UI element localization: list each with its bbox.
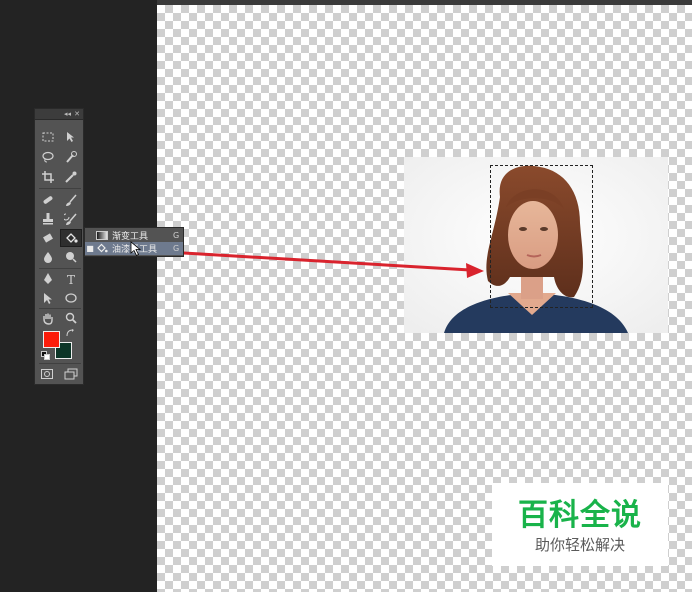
shape-tool[interactable] [60, 289, 82, 307]
lasso-icon [42, 151, 54, 163]
watermark-subtitle: 助你轻松解决 [534, 536, 625, 554]
flyout-selected-marker: ■ [86, 244, 94, 253]
brush-tool[interactable] [60, 191, 82, 209]
paint-bucket-icon [95, 243, 109, 254]
history-brush-tool[interactable] [60, 210, 82, 228]
lasso-tool[interactable] [37, 148, 59, 166]
foreground-color-swatch[interactable] [43, 331, 60, 348]
path-selection-tool[interactable] [37, 289, 59, 307]
screen-mode-button[interactable] [60, 365, 82, 383]
zoom-tool[interactable] [60, 309, 82, 327]
dodge-tool[interactable] [60, 248, 82, 266]
brush-icon [66, 194, 77, 206]
tool-group-divider [39, 188, 81, 189]
history-brush-icon [64, 213, 77, 225]
watermark-logo: 百科全说 助你轻松解决 [492, 483, 668, 566]
healing-brush-icon [43, 196, 53, 204]
ellipse-shape-icon [65, 293, 77, 303]
paint-bucket-icon [66, 233, 78, 243]
hand-icon [43, 313, 53, 325]
watermark-title: 百科全说 [518, 498, 642, 533]
crop-tool[interactable] [37, 168, 59, 186]
flyout-item-label: 油漆桶工具 [112, 242, 173, 255]
svg-text:T: T [67, 273, 75, 286]
quick-mask-icon [41, 369, 53, 379]
move-tool[interactable] [60, 128, 82, 146]
eyedropper-icon [65, 171, 77, 183]
dodge-icon [66, 252, 77, 263]
clone-stamp-tool[interactable] [37, 210, 59, 228]
default-colors-icon[interactable] [41, 351, 50, 360]
path-selection-icon [44, 293, 52, 304]
screen-mode-icon [64, 368, 78, 380]
marquee-selection [490, 165, 593, 308]
mouse-cursor-icon [130, 241, 142, 257]
eraser-icon [43, 233, 53, 243]
flyout-item-label: 渐变工具 [112, 232, 149, 242]
quick-selection-tool[interactable] [60, 148, 82, 166]
zoom-icon [65, 312, 77, 324]
close-icon[interactable]: ✕ [74, 109, 80, 119]
pen-icon [44, 273, 52, 284]
marquee-icon [42, 132, 54, 142]
double-chevron-left-icon[interactable]: ◂◂ [64, 109, 71, 119]
tools-panel-header[interactable]: ◂◂ ✕ [35, 109, 83, 120]
tools-panel: ◂◂ ✕ T [34, 108, 84, 385]
stamp-icon [43, 213, 53, 225]
eraser-tool[interactable] [37, 229, 59, 247]
gradient-icon [95, 230, 109, 241]
tool-group-divider [39, 268, 81, 269]
pen-tool[interactable] [37, 270, 59, 288]
eyedropper-tool[interactable] [60, 168, 82, 186]
quick-selection-icon [66, 151, 77, 163]
rectangular-marquee-tool[interactable] [37, 128, 59, 146]
hand-tool[interactable] [37, 309, 59, 327]
photoshop-workspace: ◂◂ ✕ T 渐变工具 G ■ G 百科全说 助你轻松解决 [0, 0, 692, 592]
type-icon: T [67, 273, 75, 286]
swap-colors-icon[interactable] [66, 329, 75, 338]
quick-mask-button[interactable] [36, 365, 58, 383]
crop-icon [42, 171, 54, 183]
blur-drop-icon [44, 252, 52, 263]
blur-tool[interactable] [37, 248, 59, 266]
flyout-item-shortcut: G [173, 244, 180, 253]
spot-healing-tool[interactable] [37, 191, 59, 209]
flyout-item-shortcut: G [173, 231, 180, 240]
paint-bucket-tool[interactable] [60, 229, 82, 247]
type-tool[interactable]: T [60, 270, 82, 288]
move-icon [67, 132, 74, 142]
tool-group-divider [39, 363, 81, 364]
